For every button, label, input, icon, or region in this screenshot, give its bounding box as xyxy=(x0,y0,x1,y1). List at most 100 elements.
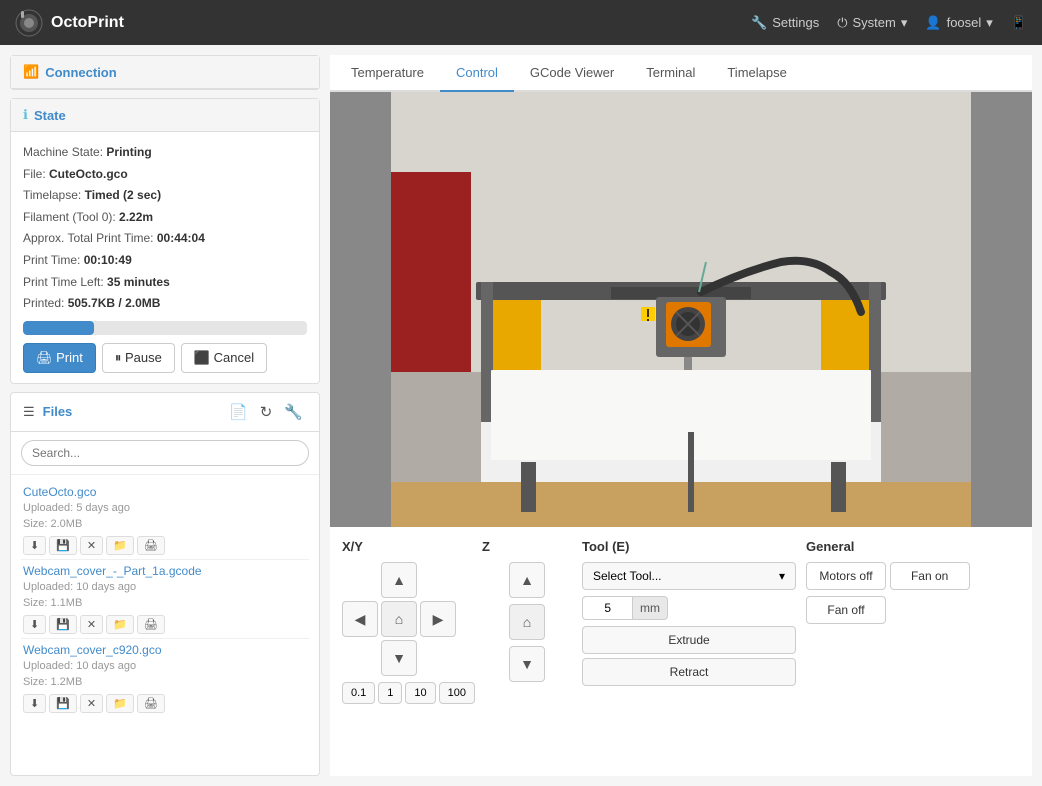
motors-off-button[interactable]: Motors off xyxy=(806,562,886,590)
extrude-button[interactable]: Extrude xyxy=(582,626,796,654)
print-time-row: Print Time: 00:10:49 xyxy=(23,250,307,272)
file-actions: ⬇ 💾 ✕ 📁 🖨 xyxy=(23,536,307,555)
list-item: Webcam_cover_c920.gco Uploaded: 10 days … xyxy=(21,639,309,717)
machine-state-label: Machine State: xyxy=(23,145,103,159)
mm-input-group: mm xyxy=(582,596,796,620)
chevron-down-icon: ▾ xyxy=(901,15,908,31)
system-link[interactable]: ⏻ System ▾ xyxy=(837,15,907,31)
new-folder-button[interactable]: 📄 xyxy=(225,401,252,423)
xy-step-1[interactable]: 1 xyxy=(378,682,402,704)
file-folder-button[interactable]: 📁 xyxy=(106,615,134,634)
file-download-button[interactable]: 💾 xyxy=(49,694,77,713)
file-download-button[interactable]: 💾 xyxy=(49,536,77,555)
file-print-button[interactable]: 🖨 xyxy=(137,536,165,555)
file-name[interactable]: Webcam_cover_c920.gco xyxy=(23,643,307,657)
z-section: Z ▲ ⌂ ▼ xyxy=(482,539,572,704)
x-plus-button[interactable]: ▶ xyxy=(420,601,456,637)
file-name[interactable]: Webcam_cover_-_Part_1a.gcode xyxy=(23,564,307,578)
progress-bar-container xyxy=(23,321,307,335)
tab-control[interactable]: Control xyxy=(440,55,514,92)
files-title[interactable]: Files xyxy=(43,404,73,419)
file-print-button[interactable]: 🖨 xyxy=(137,615,165,634)
file-delete-button[interactable]: ✕ xyxy=(80,615,103,634)
select-tool-button[interactable]: Select Tool... ▾ xyxy=(582,562,796,590)
tool-section: Tool (E) Select Tool... ▾ mm Extrude Ret… xyxy=(582,539,796,704)
files-header: ☰ Files 📄 ↻ 🔧 xyxy=(11,393,319,432)
camera-view xyxy=(330,92,1032,527)
file-load-button[interactable]: ⬇ xyxy=(23,536,46,555)
file-folder-button[interactable]: 📁 xyxy=(106,694,134,713)
x-minus-button[interactable]: ◀ xyxy=(342,601,378,637)
file-actions: ⬇ 💾 ✕ 📁 🖨 xyxy=(23,615,307,634)
right-panel: Temperature Control GCode Viewer Termina… xyxy=(330,55,1032,776)
xy-home-button[interactable]: ⌂ xyxy=(381,601,417,637)
print-time-left-row: Print Time Left: 35 minutes xyxy=(23,272,307,294)
mm-input[interactable] xyxy=(582,596,632,620)
file-list: CuteOcto.gco Uploaded: 5 days ago Size: … xyxy=(11,475,319,723)
cancel-button[interactable]: ⬛ Cancel xyxy=(181,343,267,373)
connection-panel: 📶 Connection xyxy=(10,55,320,90)
y-minus-button[interactable]: ▼ xyxy=(381,640,417,676)
connection-title[interactable]: Connection xyxy=(45,65,117,80)
file-download-button[interactable]: 💾 xyxy=(49,615,77,634)
file-value: CuteOcto.gco xyxy=(49,167,128,181)
file-size: Size: 1.1MB xyxy=(23,595,307,612)
pause-button[interactable]: ⏸ Pause xyxy=(102,343,175,373)
fan-on-button[interactable]: Fan on xyxy=(890,562,970,590)
file-folder-button[interactable]: 📁 xyxy=(106,536,134,555)
z-minus-button[interactable]: ▼ xyxy=(509,646,545,682)
file-print-button[interactable]: 🖨 xyxy=(137,694,165,713)
control-sections: X/Y ▲ ◀ ⌂ ▶ ▼ xyxy=(342,539,1020,704)
user-link[interactable]: 👤 foosel ▾ xyxy=(925,15,992,31)
file-actions: ⬇ 💾 ✕ 📁 🖨 xyxy=(23,694,307,713)
file-delete-button[interactable]: ✕ xyxy=(80,694,103,713)
xy-section: X/Y ▲ ◀ ⌂ ▶ ▼ xyxy=(342,539,472,704)
approx-row: Approx. Total Print Time: 00:44:04 xyxy=(23,228,307,250)
tool-title: Tool (E) xyxy=(582,539,796,554)
mobile-link[interactable]: 📱 xyxy=(1011,15,1027,31)
xy-title: X/Y xyxy=(342,539,472,554)
tab-gcode-viewer[interactable]: GCode Viewer xyxy=(514,55,630,92)
state-title[interactable]: State xyxy=(34,108,66,123)
brand[interactable]: OctoPrint xyxy=(15,9,124,37)
print-time-left-label: Print Time Left: xyxy=(23,275,104,289)
file-size: Size: 1.2MB xyxy=(23,674,307,691)
search-box xyxy=(11,432,319,475)
print-time-value: 00:10:49 xyxy=(84,253,132,267)
print-button[interactable]: 🖨 Print xyxy=(23,343,96,373)
retract-button[interactable]: Retract xyxy=(582,658,796,686)
file-row: File: CuteOcto.gco xyxy=(23,164,307,186)
wrench-button[interactable]: 🔧 xyxy=(280,401,307,423)
general-section: General Motors off Fan on Fan off xyxy=(806,539,1020,704)
file-size: Size: 2.0MB xyxy=(23,516,307,533)
tab-terminal[interactable]: Terminal xyxy=(630,55,711,92)
xy-step-10[interactable]: 10 xyxy=(405,682,435,704)
xy-step-100[interactable]: 100 xyxy=(439,682,475,704)
power-icon: ⏻ xyxy=(837,15,847,31)
control-area: X/Y ▲ ◀ ⌂ ▶ ▼ xyxy=(330,527,1032,776)
settings-link[interactable]: 🔧 Settings xyxy=(751,15,819,31)
z-home-button[interactable]: ⌂ xyxy=(509,604,545,640)
main-container: 📶 Connection ℹ State Machine State: Prin… xyxy=(0,45,1042,786)
file-name[interactable]: CuteOcto.gco xyxy=(23,485,307,499)
approx-label: Approx. Total Print Time: xyxy=(23,231,154,245)
filament-label: Filament (Tool 0): xyxy=(23,210,116,224)
file-delete-button[interactable]: ✕ xyxy=(80,536,103,555)
file-load-button[interactable]: ⬇ xyxy=(23,615,46,634)
xy-step-01[interactable]: 0.1 xyxy=(342,682,375,704)
tab-timelapse[interactable]: Timelapse xyxy=(711,55,802,92)
user-icon: 👤 xyxy=(925,15,941,31)
y-plus-button[interactable]: ▲ xyxy=(381,562,417,598)
approx-value: 00:44:04 xyxy=(157,231,205,245)
filament-row: Filament (Tool 0): 2.22m xyxy=(23,207,307,229)
file-load-button[interactable]: ⬇ xyxy=(23,694,46,713)
xy-step-buttons: 0.1 1 10 100 xyxy=(342,682,472,704)
tab-temperature[interactable]: Temperature xyxy=(335,55,440,92)
list-icon: ☰ xyxy=(23,404,35,420)
tabs-header: Temperature Control GCode Viewer Termina… xyxy=(330,55,1032,92)
printed-row: Printed: 505.7KB / 2.0MB xyxy=(23,293,307,315)
fan-off-button[interactable]: Fan off xyxy=(806,596,886,624)
refresh-button[interactable]: ↻ xyxy=(256,401,277,423)
search-input[interactable] xyxy=(21,440,309,466)
z-plus-button[interactable]: ▲ xyxy=(509,562,545,598)
